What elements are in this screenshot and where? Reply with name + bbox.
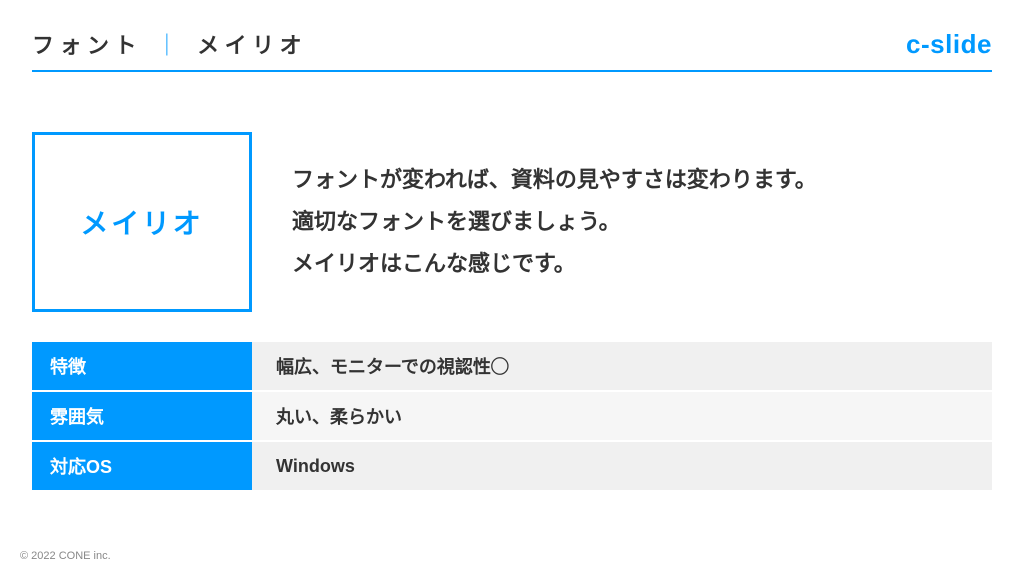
attribute-key: 対応OS <box>32 442 252 490</box>
breadcrumb-category: フォント <box>32 33 142 58</box>
attribute-key: 特徴 <box>32 342 252 390</box>
font-sample-label: メイリオ <box>80 202 203 242</box>
breadcrumb-separator: ｜ <box>156 33 184 58</box>
slide-content: メイリオ フォントが変われば、資料の見やすさは変わります。 適切なフォントを選び… <box>32 72 992 492</box>
brand-logo: c-slide <box>906 29 992 60</box>
table-row: 雰囲気 丸い、柔らかい <box>32 392 992 442</box>
description-line: メイリオはこんな感じです。 <box>292 243 992 285</box>
slide-header: フォント ｜ メイリオ c-slide <box>32 28 992 72</box>
table-row: 対応OS Windows <box>32 442 992 492</box>
copyright-footer: © 2022 CONE inc. <box>20 550 111 562</box>
attribute-value: 幅広、モニターでの視認性◯ <box>252 342 992 390</box>
breadcrumb: フォント ｜ メイリオ <box>32 28 307 60</box>
description-text: フォントが変われば、資料の見やすさは変わります。 適切なフォントを選びましょう。… <box>292 159 992 284</box>
top-section: メイリオ フォントが変われば、資料の見やすさは変わります。 適切なフォントを選び… <box>32 132 992 312</box>
table-row: 特徴 幅広、モニターでの視認性◯ <box>32 342 992 392</box>
attribute-table: 特徴 幅広、モニターでの視認性◯ 雰囲気 丸い、柔らかい 対応OS Window… <box>32 342 992 492</box>
description-line: 適切なフォントを選びましょう。 <box>292 201 992 243</box>
attribute-value: 丸い、柔らかい <box>252 392 992 440</box>
description-line: フォントが変われば、資料の見やすさは変わります。 <box>292 159 992 201</box>
font-sample-box: メイリオ <box>32 132 252 312</box>
attribute-value: Windows <box>252 442 992 490</box>
slide: フォント ｜ メイリオ c-slide メイリオ フォントが変われば、資料の見や… <box>0 0 1024 576</box>
attribute-key: 雰囲気 <box>32 392 252 440</box>
breadcrumb-item: メイリオ <box>197 33 307 58</box>
